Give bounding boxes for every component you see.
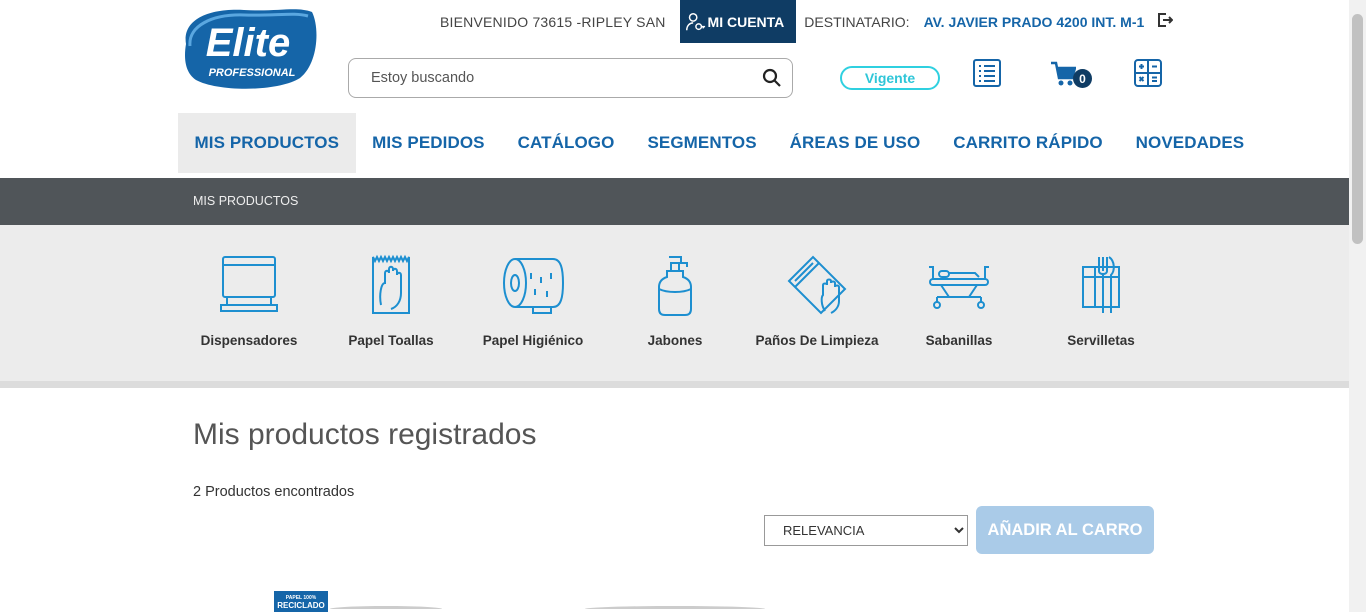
status-badge: Vigente xyxy=(840,66,940,90)
welcome-text: BIENVENIDO 73615 -RIPLEY SAN xyxy=(440,13,666,30)
category-dispensadores[interactable]: Dispensadores xyxy=(178,225,320,375)
nav-item-mis-pedidos[interactable]: MIS PEDIDOS xyxy=(356,113,502,173)
cleaning-cloth-icon xyxy=(787,255,847,315)
product-image[interactable] xyxy=(330,606,442,612)
page: Elite PROFESSIONAL BIENVENIDO 73615 -RIP… xyxy=(0,0,1366,612)
category-strip: Dispensadores Papel Toallas Papel Higién… xyxy=(0,225,1349,388)
category-label: Servilletas xyxy=(1067,333,1135,348)
category-label: Papel Higiénico xyxy=(482,333,584,348)
category-servilletas[interactable]: Servilletas xyxy=(1030,225,1172,375)
toilet-paper-icon xyxy=(503,258,565,314)
search-icon[interactable] xyxy=(762,68,782,88)
elite-logo[interactable]: Elite PROFESSIONAL xyxy=(178,6,320,90)
category-papel-higienico[interactable]: Papel Higiénico xyxy=(462,225,604,375)
recycled-badge: PAPEL 100% RECICLADO xyxy=(274,591,328,612)
category-panos-de-limpieza[interactable]: Paños De Limpieza xyxy=(746,225,888,375)
category-label: Sabanillas xyxy=(925,333,993,348)
nav-item-segmentos[interactable]: SEGMENTOS xyxy=(631,113,773,173)
category-sabanillas[interactable]: Sabanillas xyxy=(888,225,1030,375)
recipient-label: DESTINATARIO: xyxy=(804,13,910,30)
cart-count-badge: 0 xyxy=(1073,69,1092,88)
cart-icon[interactable] xyxy=(1050,60,1076,88)
my-account-label: MI CUENTA xyxy=(707,13,785,30)
sort-select[interactable]: RELEVANCIA xyxy=(764,515,968,546)
logout-icon[interactable] xyxy=(1157,12,1173,28)
main-nav: MIS PRODUCTOS MIS PEDIDOS CATÁLOGO SEGME… xyxy=(178,113,1261,173)
results-count: 2 Productos encontrados xyxy=(193,484,355,500)
product-image[interactable] xyxy=(585,606,765,612)
page-title: Mis productos registrados xyxy=(193,418,537,451)
scrollbar-thumb[interactable] xyxy=(1352,14,1363,244)
category-label: Jabones xyxy=(647,333,703,348)
category-papel-toallas[interactable]: Papel Toallas xyxy=(320,225,462,375)
user-key-icon xyxy=(685,12,705,30)
nav-item-areas-de-uso[interactable]: ÁREAS DE USO xyxy=(773,113,937,173)
category-label: Dispensadores xyxy=(200,333,298,348)
svg-text:Elite: Elite xyxy=(206,21,290,65)
top-bar: BIENVENIDO 73615 -RIPLEY SAN MI CUENTA D… xyxy=(440,0,1144,43)
category-jabones[interactable]: Jabones xyxy=(604,225,746,375)
category-label: Papel Toallas xyxy=(348,333,434,348)
napkin-icon xyxy=(1082,256,1120,313)
vertical-scrollbar[interactable] xyxy=(1349,0,1366,612)
nav-item-mis-productos[interactable]: MIS PRODUCTOS xyxy=(178,113,356,173)
nav-item-catalogo[interactable]: CATÁLOGO xyxy=(501,113,631,173)
add-to-cart-button[interactable]: AÑADIR AL CARRO xyxy=(976,506,1154,554)
breadcrumb[interactable]: MIS PRODUCTOS xyxy=(193,194,298,208)
search-input[interactable] xyxy=(371,70,762,86)
breadcrumb-bar: MIS PRODUCTOS xyxy=(0,178,1349,225)
list-icon[interactable] xyxy=(972,58,1002,88)
calculator-icon[interactable] xyxy=(1133,58,1163,88)
recycled-badge-bottom: RECICLADO xyxy=(277,601,325,610)
search-box xyxy=(348,58,793,98)
paper-towel-icon xyxy=(372,254,410,314)
nav-item-novedades[interactable]: NOVEDADES xyxy=(1119,113,1261,173)
nav-item-carrito-rapido[interactable]: CARRITO RÁPIDO xyxy=(937,113,1119,173)
category-label: Paños De Limpieza xyxy=(755,333,879,348)
stretcher-icon xyxy=(929,266,989,309)
dispenser-icon xyxy=(220,256,278,312)
soap-icon xyxy=(658,256,692,316)
my-account-button[interactable]: MI CUENTA xyxy=(679,0,797,43)
recipient-address[interactable]: AV. JAVIER PRADO 4200 INT. M-1 xyxy=(924,14,1145,30)
svg-text:PROFESSIONAL: PROFESSIONAL xyxy=(209,67,296,79)
